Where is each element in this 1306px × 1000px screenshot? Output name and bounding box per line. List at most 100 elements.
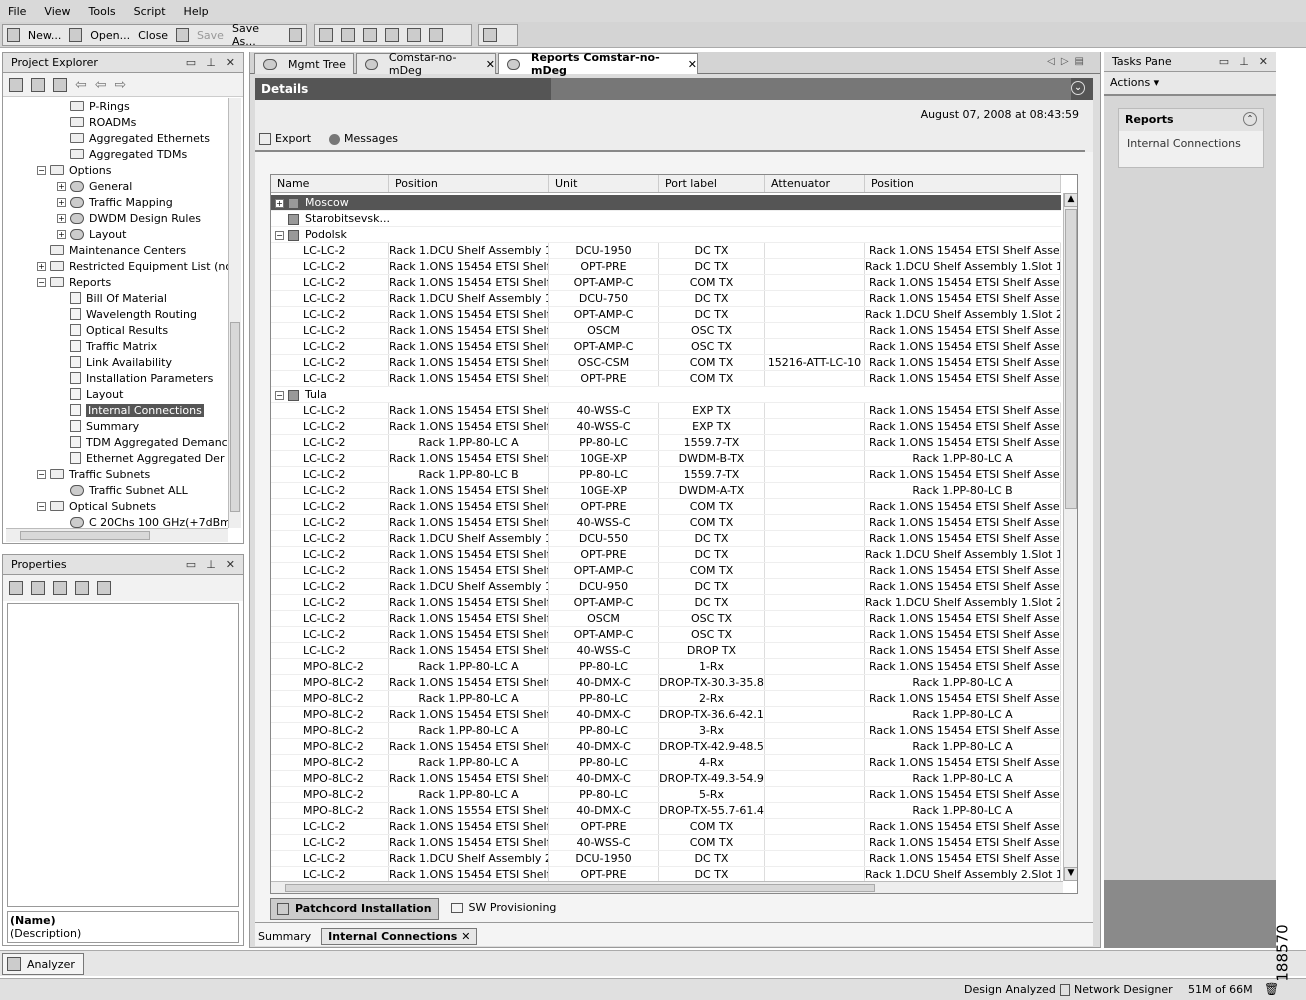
tree-item[interactable]: + General [57,178,132,194]
table-row[interactable]: LC-LC-2 Rack 1.ONS 15454 ETSI Shelf ... OP… [271,259,1061,275]
column-header[interactable]: Position [865,175,1061,192]
grid-icon[interactable] [483,28,497,42]
table-row[interactable]: LC-LC-2 Rack 1.DCU Shelf Assembly 2.... DC… [271,851,1061,867]
tree-item[interactable]: + Restricted Equipment List (no [37,258,230,274]
property-pages-icon[interactable] [53,581,67,595]
tree-item[interactable]: Maintenance Centers [50,242,186,258]
close-icon[interactable]: ✕ [461,930,470,943]
tree-item[interactable]: Summary [70,418,139,434]
table-row[interactable]: LC-LC-2 Rack 1.ONS 15454 ETSI Shelf ... OP… [271,307,1061,323]
tab-mgmt-tree[interactable]: Mgmt Tree [254,53,354,74]
table-scrollbar-h[interactable] [271,881,1063,893]
table-row[interactable]: + Moscow [271,195,1061,211]
table-row[interactable]: LC-LC-2 Rack 1.ONS 15454 ETSI Shelf ... 40… [271,835,1061,851]
table-row[interactable]: MPO-8LC-2 Rack 1.ONS 15454 ETSI Shelf ...… [271,771,1061,787]
tool-icon-4[interactable] [385,28,399,42]
back-icon[interactable]: ⇦ [75,77,87,93]
expand-icon[interactable] [75,581,89,595]
column-header[interactable]: Name [271,175,389,192]
save-as-button[interactable]: Save As... [232,22,281,48]
tab-reports[interactable]: Reports Comstar-no-mDeg ✕ [498,51,698,77]
summary-tab[interactable]: Summary [258,930,311,943]
table-row[interactable]: Starobitsevsk... [271,211,1061,227]
save-button[interactable]: Save [197,29,224,42]
table-row[interactable]: LC-LC-2 Rack 1.ONS 15454 ETSI Shelf ... OP… [271,627,1061,643]
close-icon[interactable]: ✕ [688,58,697,71]
messages-button[interactable]: Messages [329,132,398,145]
tree-item[interactable]: + Layout [57,226,126,242]
table-row[interactable]: MPO-8LC-2 Rack 1.PP-80-LC A PP-80-LC 4-Rx Ra… [271,755,1061,771]
reports-task-link[interactable]: Internal Connections [1119,131,1263,156]
tree-item[interactable]: Aggregated TDMs [70,146,187,162]
table-row[interactable]: MPO-8LC-2 Rack 1.ONS 15454 ETSI Shelf ...… [271,675,1061,691]
collapse-icon[interactable]: ⌄ [1071,81,1085,95]
table-row[interactable]: MPO-8LC-2 Rack 1.ONS 15454 ETSI Shelf ...… [271,707,1061,723]
tree-item[interactable]: − Optical Subnets [37,498,156,514]
expand-icon[interactable]: + [57,197,66,207]
collapse-icon[interactable]: − [275,231,284,240]
menu-file[interactable]: File [8,5,26,18]
tree-item[interactable]: ROADMs [70,114,136,130]
patchcord-tab[interactable]: Patchcord Installation [270,898,439,920]
close-button[interactable]: Close [138,29,168,42]
expand-icon[interactable]: + [57,181,66,191]
table-row[interactable]: LC-LC-2 Rack 1.ONS 15454 ETSI Shelf ... OP… [271,595,1061,611]
table-row[interactable]: MPO-8LC-2 Rack 1.PP-80-LC A PP-80-LC 3-Rx Ra… [271,723,1061,739]
table-row[interactable]: LC-LC-2 Rack 1.DCU Shelf Assembly 1.... DC… [271,531,1061,547]
collapse-icon[interactable]: − [37,165,46,175]
tree-item[interactable]: − Reports [37,274,111,290]
tree-item[interactable]: TDM Aggregated Demanc [70,434,228,450]
table-row[interactable]: MPO-8LC-2 Rack 1.PP-80-LC A PP-80-LC 1-Rx Ra… [271,659,1061,675]
column-header[interactable]: Port label [659,175,765,192]
tree-scrollbar-h[interactable] [6,528,228,542]
collapse-icon[interactable] [97,581,111,595]
expand-icon[interactable]: + [37,261,46,271]
table-row[interactable]: MPO-8LC-2 Rack 1.ONS 15454 ETSI Shelf ...… [271,739,1061,755]
pin-icon[interactable]: ⊥ [206,56,216,69]
menu-view[interactable]: View [44,5,70,18]
next-icon[interactable]: ⇨ [114,77,126,93]
expand-icon[interactable]: + [57,229,66,239]
table-row[interactable]: − Tula [271,387,1061,403]
collapse-icon[interactable]: − [275,391,284,400]
close-icon[interactable]: ✕ [486,58,495,71]
collapse-icon[interactable]: ⌃ [1243,112,1257,126]
table-row[interactable]: LC-LC-2 Rack 1.DCU Shelf Assembly 1.... DC… [271,579,1061,595]
tree-item[interactable]: Wavelength Routing [70,306,197,322]
actions-menu[interactable]: Actions ▾ [1104,72,1276,94]
tree-item[interactable]: Optical Results [70,322,168,338]
table-row[interactable]: LC-LC-2 Rack 1.ONS 15454 ETSI Shelf ... OP… [271,339,1061,355]
column-header[interactable]: Unit [549,175,659,192]
sort-az-icon[interactable] [31,581,45,595]
table-scrollbar-v[interactable]: ▲ ▼ [1063,193,1077,881]
tree-item[interactable]: − Options [37,162,111,178]
tool-icon-1[interactable] [319,28,333,42]
tree-item[interactable]: Ethernet Aggregated Der [70,450,224,466]
table-row[interactable]: LC-LC-2 Rack 1.ONS 15454 ETSI Shelf ... OS… [271,355,1061,371]
menu-help[interactable]: Help [184,5,209,18]
table-row[interactable]: LC-LC-2 Rack 1.DCU Shelf Assembly 1.... DC… [271,243,1061,259]
tree-item[interactable]: Traffic Subnet ALL [70,482,188,498]
tree-view-icon[interactable] [9,77,23,92]
table-row[interactable]: LC-LC-2 Rack 1.ONS 15454 ETSI Shelf ... 10… [271,451,1061,467]
camera-icon[interactable] [289,28,302,42]
table-row[interactable]: LC-LC-2 Rack 1.ONS 15454 ETSI Shelf ... OP… [271,371,1061,387]
pin-icon[interactable]: ⊥ [206,558,216,571]
tree-item[interactable]: Bill Of Material [70,290,167,306]
analyzer-tab[interactable]: Analyzer [2,953,84,975]
tree-item[interactable]: Installation Parameters [70,370,213,386]
tool-icon-3[interactable] [363,28,377,42]
expand-icon[interactable]: + [275,199,284,208]
collapse-icon[interactable]: − [37,501,46,511]
column-header[interactable]: Attenuator [765,175,865,192]
pin-icon[interactable]: ⊥ [1239,55,1249,68]
table-row[interactable]: MPO-8LC-2 Rack 1.PP-80-LC A PP-80-LC 5-Rx Ra… [271,787,1061,803]
table-row[interactable]: LC-LC-2 Rack 1.PP-80-LC B PP-80-LC 1559.7-T… [271,467,1061,483]
table-row[interactable]: LC-LC-2 Rack 1.ONS 15454 ETSI Shelf ... 40… [271,403,1061,419]
menu-script[interactable]: Script [134,5,166,18]
internal-connections-tab[interactable]: Internal Connections ✕ [321,927,478,945]
table-row[interactable]: LC-LC-2 Rack 1.ONS 15454 ETSI Shelf ... 10… [271,483,1061,499]
table-row[interactable]: LC-LC-2 Rack 1.ONS 15454 ETSI Shelf ... OP… [271,275,1061,291]
table-row[interactable]: LC-LC-2 Rack 1.ONS 15454 ETSI Shelf ... OP… [271,819,1061,835]
close-icon[interactable]: ✕ [226,56,235,69]
